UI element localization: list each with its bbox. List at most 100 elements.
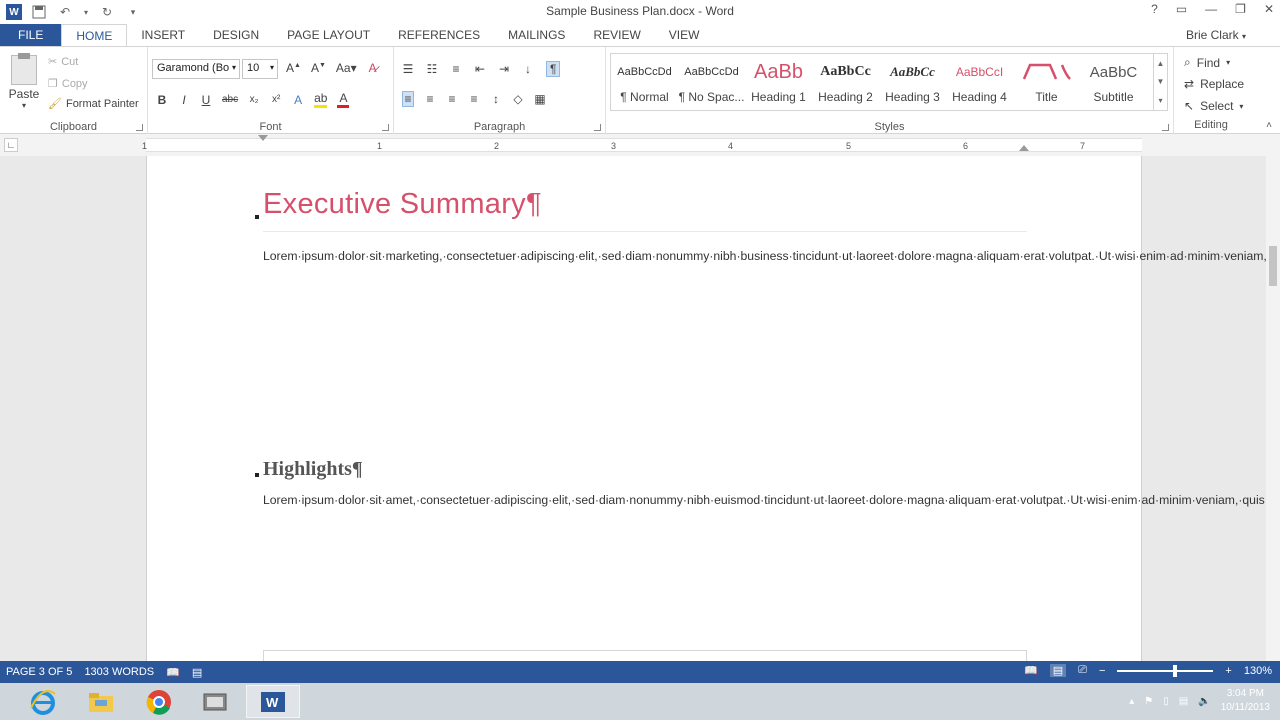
font-launcher-icon[interactable]	[382, 124, 389, 131]
close-button[interactable]: ✕	[1264, 2, 1274, 16]
style-no-spacing[interactable]: AaBbCcDd ¶ No Spac...	[678, 54, 745, 110]
borders-icon[interactable]: ▦	[534, 92, 546, 106]
tab-stop-selector[interactable]: ∟	[4, 138, 18, 152]
paste-button[interactable]: Paste ▾	[8, 53, 40, 110]
sort-icon[interactable]: ↓	[522, 62, 534, 76]
minimize-button[interactable]: —	[1205, 2, 1217, 16]
network-icon[interactable]: ▤	[1179, 696, 1188, 707]
underline-button[interactable]: U	[200, 93, 212, 107]
chrome-icon[interactable]	[132, 685, 186, 718]
multilevel-list-icon[interactable]: ≡	[450, 62, 462, 76]
action-center-icon[interactable]: ⚑	[1144, 696, 1153, 707]
restore-button[interactable]: ❐	[1235, 2, 1246, 16]
tab-home[interactable]: HOME	[61, 24, 128, 46]
device-icon[interactable]: ▯	[1163, 696, 1169, 707]
indent-marker-icon[interactable]	[258, 135, 268, 141]
gallery-more-icon[interactable]: ▾	[1158, 96, 1162, 105]
tray-overflow-icon[interactable]: ▴	[1129, 696, 1134, 707]
zoom-level[interactable]: 130%	[1244, 665, 1272, 677]
clear-formatting-icon[interactable]: A̷	[367, 61, 379, 75]
executive-summary-paragraph[interactable]: Lorem·ipsum·dolor·sit·marketing,·consect…	[263, 247, 1280, 266]
style-title[interactable]: Title	[1013, 54, 1080, 110]
font-name-input[interactable]: Garamond (Bo ▾	[152, 59, 240, 79]
macro-icon[interactable]: ▤	[186, 666, 208, 679]
page-count[interactable]: PAGE 3 OF 5	[0, 666, 78, 678]
shrink-font-icon[interactable]: A▼	[311, 61, 326, 75]
styles-launcher-icon[interactable]	[1162, 124, 1169, 131]
right-indent-marker-icon[interactable]	[1019, 145, 1029, 151]
copy-button[interactable]: ❐ Copy	[48, 77, 88, 91]
web-layout-icon[interactable]: ⎚	[1078, 664, 1087, 677]
paragraph-launcher-icon[interactable]	[594, 124, 601, 131]
style-heading-1[interactable]: AaBb Heading 1	[745, 54, 812, 110]
style-heading-4[interactable]: AaBbCcI Heading 4	[946, 54, 1013, 110]
word-count[interactable]: 1303 WORDS	[78, 666, 160, 678]
user-account[interactable]: Brie Clark ▾	[1186, 28, 1246, 42]
find-button[interactable]: ⌕ Find ▾	[1184, 55, 1230, 70]
align-left-icon[interactable]: ≡	[402, 91, 414, 107]
file-explorer-icon[interactable]	[74, 685, 128, 718]
highlight-color-icon[interactable]: ab	[314, 91, 328, 108]
align-right-icon[interactable]: ≡	[446, 92, 458, 106]
zoom-out-icon[interactable]: −	[1099, 665, 1105, 677]
clipboard-launcher-icon[interactable]	[136, 124, 143, 131]
zoom-slider[interactable]	[1117, 664, 1214, 677]
font-color-icon[interactable]: A	[337, 91, 350, 108]
italic-button[interactable]: I	[178, 93, 190, 107]
heading-highlights[interactable]: Highlights¶	[263, 458, 363, 481]
numbering-icon[interactable]: ☷	[426, 62, 438, 76]
decrease-indent-icon[interactable]: ⇤	[474, 62, 486, 76]
cut-button[interactable]: ✂ Cut	[48, 55, 78, 69]
ribbon-display-options-icon[interactable]: ▭	[1176, 2, 1187, 16]
replace-button[interactable]: ⇄ Replace	[1184, 77, 1244, 91]
heading-executive-summary[interactable]: Executive Summary¶	[263, 188, 542, 221]
justify-icon[interactable]: ≡	[468, 92, 480, 106]
style-subtitle[interactable]: AaBbC Subtitle	[1080, 54, 1147, 110]
document-page[interactable]: Executive Summary¶ Lorem·ipsum·dolor·sit…	[146, 156, 1280, 661]
video-app-icon[interactable]	[188, 685, 242, 718]
read-mode-icon[interactable]: 📖	[1024, 664, 1038, 677]
change-case-icon[interactable]: Aa▾	[336, 61, 357, 75]
increase-indent-icon[interactable]: ⇥	[498, 62, 510, 76]
show-hide-marks-icon[interactable]: ¶	[546, 61, 561, 77]
proofing-icon[interactable]: 📖	[160, 666, 186, 679]
clock[interactable]: 3:04 PM 10/11/2013	[1221, 687, 1270, 715]
font-size-input[interactable]: 10 ▾	[242, 59, 278, 79]
ruler-bar[interactable]: 1 1 2 3 4 5 6 7	[142, 135, 1142, 152]
select-button[interactable]: ↖ Select ▾	[1184, 99, 1243, 113]
tab-review[interactable]: REVIEW	[579, 24, 654, 46]
gallery-up-icon[interactable]: ▲	[1157, 59, 1165, 68]
text-effects-icon[interactable]: A	[292, 93, 304, 107]
tab-mailings[interactable]: MAILINGS	[494, 24, 579, 46]
line-spacing-icon[interactable]: ↕	[490, 92, 502, 106]
tab-file[interactable]: FILE	[0, 24, 62, 46]
tab-references[interactable]: REFERENCES	[384, 24, 494, 46]
collapse-ribbon-icon[interactable]: ˄	[1266, 120, 1272, 131]
print-layout-icon[interactable]: ▤	[1049, 664, 1067, 677]
word-taskbar-icon[interactable]: W	[246, 685, 300, 718]
bold-button[interactable]: B	[156, 93, 168, 107]
tab-design[interactable]: DESIGN	[199, 24, 273, 46]
grow-font-icon[interactable]: A▲	[286, 61, 301, 75]
vertical-scrollbar[interactable]	[1266, 156, 1280, 661]
highlights-paragraph[interactable]: Lorem·ipsum·dolor·sit·amet,·consectetuer…	[263, 491, 1280, 510]
tab-view[interactable]: VIEW	[655, 24, 714, 46]
scrollbar-thumb[interactable]	[1269, 246, 1277, 286]
format-painter-button[interactable]: 🖌 Format Painter	[48, 97, 139, 111]
subscript-button[interactable]: x₂	[248, 94, 260, 105]
gallery-down-icon[interactable]: ▼	[1157, 77, 1165, 86]
style-normal[interactable]: AaBbCcDd ¶ Normal	[611, 54, 678, 110]
zoom-thumb[interactable]	[1173, 664, 1178, 677]
shading-icon[interactable]: ◇	[512, 92, 524, 106]
align-center-icon[interactable]: ≡	[424, 92, 436, 106]
tab-page-layout[interactable]: PAGE LAYOUT	[273, 24, 384, 46]
zoom-in-icon[interactable]: +	[1225, 665, 1231, 677]
tab-insert[interactable]: INSERT	[127, 24, 199, 46]
style-heading-3[interactable]: AaBbCc Heading 3	[879, 54, 946, 110]
strikethrough-button[interactable]: abc	[222, 94, 238, 105]
style-heading-2[interactable]: AaBbCc Heading 2	[812, 54, 879, 110]
bullets-icon[interactable]: ☰	[402, 62, 414, 76]
superscript-button[interactable]: x²	[270, 94, 282, 105]
help-button[interactable]: ?	[1151, 2, 1158, 16]
internet-explorer-icon[interactable]	[16, 685, 70, 718]
